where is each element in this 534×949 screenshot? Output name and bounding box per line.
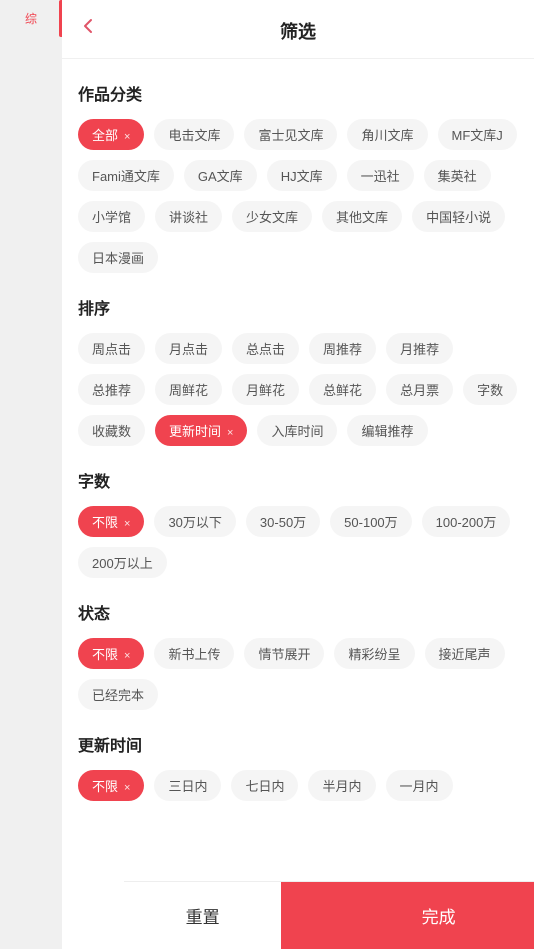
tag-close-icon[interactable]: ×: [227, 427, 233, 439]
tag-item[interactable]: 七日内: [231, 770, 298, 801]
tag-item[interactable]: 不限×: [78, 770, 144, 801]
category-title: 作品分类: [78, 81, 518, 105]
tag-close-icon[interactable]: ×: [124, 782, 130, 794]
tag-item[interactable]: 少女文库: [232, 201, 312, 232]
tag-item[interactable]: 总鲜花: [309, 374, 376, 405]
tag-item[interactable]: 周点击: [78, 333, 145, 364]
tag-item[interactable]: MF文库J: [438, 119, 517, 150]
tag-item[interactable]: 富士见文库: [244, 119, 337, 150]
tag-item[interactable]: 电击文库: [154, 119, 234, 150]
updatetime-tags: 不限× 三日内七日内半月内一月内: [78, 770, 518, 801]
wordcount-section: 字数 不限× 30万以下 30-50万 50-100万 100-200万 200万以上: [78, 468, 518, 578]
tag-item[interactable]: 不限×: [78, 506, 144, 537]
status-tags: 不限× 新书上传情节展开精彩纷呈接近尾声已经完本: [78, 638, 518, 710]
status-title: 状态: [78, 600, 518, 624]
tag-item[interactable]: 月推荐: [386, 333, 453, 364]
tag-close-icon[interactable]: ×: [124, 650, 130, 662]
status-section: 状态 不限× 新书上传情节展开精彩纷呈接近尾声已经完本: [78, 600, 518, 710]
category-section: 作品分类 全部× 电击文库富士见文库角川文库 MF文库J Fami通文库 GA文库 HJ文…: [78, 81, 518, 273]
tag-item[interactable]: 中国轻小说: [412, 201, 505, 232]
updatetime-section: 更新时间 不限× 三日内七日内半月内一月内: [78, 732, 518, 801]
tag-item[interactable]: 入库时间: [257, 415, 337, 446]
sort-tags: 周点击月点击总点击周推荐月推荐总推荐周鲜花月鲜花总鲜花总月票字数收藏数更新时间×…: [78, 333, 518, 446]
confirm-button[interactable]: 完成: [281, 882, 534, 949]
wordcount-title: 字数: [78, 468, 518, 492]
tag-item[interactable]: HJ文库: [267, 160, 337, 191]
tag-item[interactable]: 周推荐: [309, 333, 376, 364]
tag-item[interactable]: 月鲜花: [232, 374, 299, 405]
tag-item[interactable]: 30万以下: [154, 506, 235, 537]
reset-button[interactable]: 重置: [124, 882, 281, 949]
tag-item[interactable]: 情节展开: [244, 638, 324, 669]
tag-item[interactable]: 日本漫画: [78, 242, 158, 273]
wordcount-tags: 不限× 30万以下 30-50万 50-100万 100-200万 200万以上: [78, 506, 518, 578]
tag-item[interactable]: 精彩纷呈: [334, 638, 414, 669]
tag-item[interactable]: 编辑推荐: [347, 415, 427, 446]
category-tags: 全部× 电击文库富士见文库角川文库 MF文库J Fami通文库 GA文库 HJ文库一迅社集…: [78, 119, 518, 273]
header: 筛选: [62, 0, 534, 59]
tag-item[interactable]: 集英社: [424, 160, 491, 191]
tag-item[interactable]: 收藏数: [78, 415, 145, 446]
tag-item[interactable]: 200万以上: [78, 547, 167, 578]
tag-item[interactable]: 100-200万: [422, 506, 511, 537]
tag-item[interactable]: 50-100万: [330, 506, 411, 537]
tag-item[interactable]: 周鲜花: [155, 374, 222, 405]
tag-item[interactable]: 一月内: [386, 770, 453, 801]
tag-item[interactable]: 新书上传: [154, 638, 234, 669]
tag-item[interactable]: 总月票: [386, 374, 453, 405]
tag-item[interactable]: 已经完本: [78, 679, 158, 710]
content-area: 作品分类 全部× 电击文库富士见文库角川文库 MF文库J Fami通文库 GA文库 HJ文…: [62, 59, 534, 949]
tag-item[interactable]: 总点击: [232, 333, 299, 364]
tag-item[interactable]: 接近尾声: [425, 638, 505, 669]
tag-item[interactable]: 月点击: [155, 333, 222, 364]
tag-item[interactable]: 角川文库: [347, 119, 427, 150]
tag-item[interactable]: Fami通文库: [78, 160, 174, 191]
tag-close-icon[interactable]: ×: [124, 518, 130, 530]
sort-title: 排序: [78, 295, 518, 319]
tag-item[interactable]: 字数: [463, 374, 517, 405]
back-button[interactable]: [78, 16, 98, 42]
bottom-bar: 重置 完成: [124, 881, 534, 949]
tag-item[interactable]: 一迅社: [347, 160, 414, 191]
tag-item[interactable]: 30-50万: [246, 506, 320, 537]
main-panel: 筛选 作品分类 全部× 电击文库富士见文库角川文库 MF文库J Fami通文库 GA文库…: [62, 0, 534, 949]
tag-item[interactable]: 全部×: [78, 119, 144, 150]
tag-item[interactable]: GA文库: [184, 160, 257, 191]
tag-item[interactable]: 半月内: [308, 770, 375, 801]
tag-item[interactable]: 其他文库: [322, 201, 402, 232]
sort-section: 排序 周点击月点击总点击周推荐月推荐总推荐周鲜花月鲜花总鲜花总月票字数收藏数更新…: [78, 295, 518, 446]
tag-item[interactable]: 小学馆: [78, 201, 145, 232]
tag-item[interactable]: 不限×: [78, 638, 144, 669]
tag-item[interactable]: 更新时间×: [155, 415, 247, 446]
tag-item[interactable]: 总推荐: [78, 374, 145, 405]
tag-item[interactable]: 讲谈社: [155, 201, 222, 232]
tag-item[interactable]: 三日内: [154, 770, 221, 801]
header-title: 筛选: [280, 18, 316, 44]
sidebar-tab-zong[interactable]: 综: [0, 0, 62, 37]
tag-close-icon[interactable]: ×: [124, 131, 130, 143]
sidebar: 综: [0, 0, 62, 949]
updatetime-title: 更新时间: [78, 732, 518, 756]
